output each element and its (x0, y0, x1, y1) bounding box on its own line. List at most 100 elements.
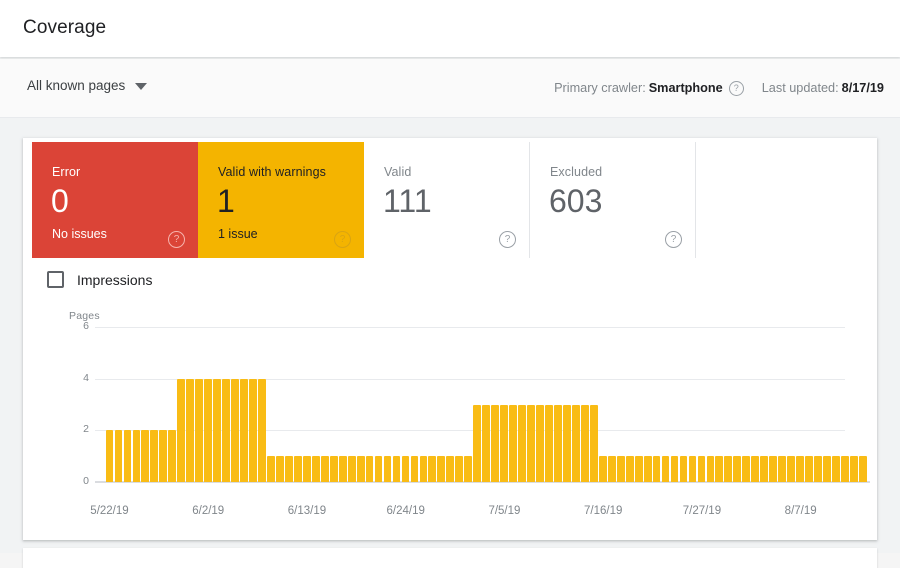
help-circle-icon[interactable]: ? (499, 231, 516, 248)
last-updated-value: 8/17/19 (842, 81, 884, 95)
chart-bar[interactable] (751, 456, 759, 482)
chart-bar[interactable] (662, 456, 670, 482)
chart-bar[interactable] (321, 456, 329, 482)
impressions-toggle[interactable]: Impressions (47, 271, 152, 288)
chart-bar[interactable] (680, 456, 688, 482)
chart-bar[interactable] (635, 456, 643, 482)
chart-bar[interactable] (276, 456, 284, 482)
chart-bar[interactable] (536, 405, 544, 483)
chart-bar[interactable] (437, 456, 445, 482)
chart-bar[interactable] (599, 456, 607, 482)
chart-bar[interactable] (195, 379, 203, 482)
chart-bar[interactable] (402, 456, 410, 482)
chart-bar[interactable] (724, 456, 732, 482)
chart-bar[interactable] (357, 456, 365, 482)
help-circle-icon[interactable]: ? (168, 231, 185, 248)
chart-bar[interactable] (240, 379, 248, 482)
chart-bar[interactable] (133, 430, 141, 482)
chart-bar[interactable] (581, 405, 589, 483)
chart-bar[interactable] (222, 379, 230, 482)
chart-bar[interactable] (769, 456, 777, 482)
chart-bar[interactable] (482, 405, 490, 483)
chart-bar[interactable] (267, 456, 275, 482)
chart-bar[interactable] (859, 456, 867, 482)
chart-bar[interactable] (545, 405, 553, 483)
chart-bar[interactable] (491, 405, 499, 483)
chart-bar[interactable] (106, 430, 114, 482)
chart-bar[interactable] (375, 456, 383, 482)
chart-bar[interactable] (590, 405, 598, 483)
chart-bar[interactable] (563, 405, 571, 483)
chart-bar[interactable] (698, 456, 706, 482)
chart-bar[interactable] (115, 430, 123, 482)
chart-bar[interactable] (850, 456, 858, 482)
chart-bar[interactable] (213, 379, 221, 482)
chart-bar[interactable] (411, 456, 419, 482)
chart-bar[interactable] (285, 456, 293, 482)
chart-bar[interactable] (339, 456, 347, 482)
chart-bar[interactable] (366, 456, 374, 482)
chart-bar[interactable] (124, 430, 132, 482)
chart-bar[interactable] (608, 456, 616, 482)
chart-bar[interactable] (294, 456, 302, 482)
chart-bar[interactable] (715, 456, 723, 482)
chart-bar[interactable] (312, 456, 320, 482)
chart-bar[interactable] (796, 456, 804, 482)
chart-bar[interactable] (823, 456, 831, 482)
chart-bar[interactable] (689, 456, 697, 482)
chart-bar[interactable] (393, 456, 401, 482)
chart-bar[interactable] (653, 456, 661, 482)
chart-bar[interactable] (626, 456, 634, 482)
chart-bar[interactable] (572, 405, 580, 483)
chart-bar[interactable] (168, 430, 176, 482)
chart-bar[interactable] (384, 456, 392, 482)
chart-bar[interactable] (150, 430, 158, 482)
chart-bar[interactable] (617, 456, 625, 482)
chart-bar[interactable] (303, 456, 311, 482)
chart-bar[interactable] (186, 379, 194, 482)
chart-bar[interactable] (554, 405, 562, 483)
impressions-checkbox[interactable] (47, 271, 64, 288)
chart-bar[interactable] (249, 379, 257, 482)
chart-bar[interactable] (742, 456, 750, 482)
chart-bar[interactable] (509, 405, 517, 483)
chart-bar[interactable] (518, 405, 526, 483)
chart-bar[interactable] (733, 456, 741, 482)
chart-bar[interactable] (778, 456, 786, 482)
chart-bar[interactable] (814, 456, 822, 482)
status-card-valid[interactable]: Valid111? (364, 142, 530, 258)
help-circle-icon[interactable]: ? (729, 81, 744, 96)
chart-bar[interactable] (420, 456, 428, 482)
chart-bar[interactable] (455, 456, 463, 482)
chart-bar[interactable] (330, 456, 338, 482)
chart-bar[interactable] (805, 456, 813, 482)
chart-bar[interactable] (446, 456, 454, 482)
status-card-excluded[interactable]: Excluded603? (530, 142, 696, 258)
chart-bar[interactable] (644, 456, 652, 482)
status-card-title: Valid (384, 165, 411, 179)
chart-bar[interactable] (141, 430, 149, 482)
chart-bar[interactable] (832, 456, 840, 482)
chart-bar[interactable] (428, 456, 436, 482)
help-circle-icon[interactable]: ? (665, 231, 682, 248)
chart-bar[interactable] (258, 379, 266, 482)
status-card-error[interactable]: Error0No issues? (32, 142, 198, 258)
chart-bar[interactable] (231, 379, 239, 482)
chart-bar[interactable] (473, 405, 481, 483)
chart-bar[interactable] (159, 430, 167, 482)
page-scope-dropdown[interactable]: All known pages (27, 78, 147, 93)
chart-bar[interactable] (760, 456, 768, 482)
chart-bar[interactable] (500, 405, 508, 483)
help-circle-icon[interactable]: ? (334, 231, 351, 248)
chart-bar[interactable] (841, 456, 849, 482)
chart-bar[interactable] (348, 456, 356, 482)
chart-bar[interactable] (707, 456, 715, 482)
chart-bar[interactable] (787, 456, 795, 482)
chart-bar[interactable] (204, 379, 212, 482)
status-card-valid-with-warnings[interactable]: Valid with warnings11 issue? (198, 142, 364, 258)
crawler-meta: Primary crawler: Smartphone ? Last updat… (554, 80, 884, 96)
chart-bar[interactable] (527, 405, 535, 483)
chart-bar[interactable] (671, 456, 679, 482)
chart-bar[interactable] (464, 456, 472, 482)
chart-bar[interactable] (177, 379, 185, 482)
